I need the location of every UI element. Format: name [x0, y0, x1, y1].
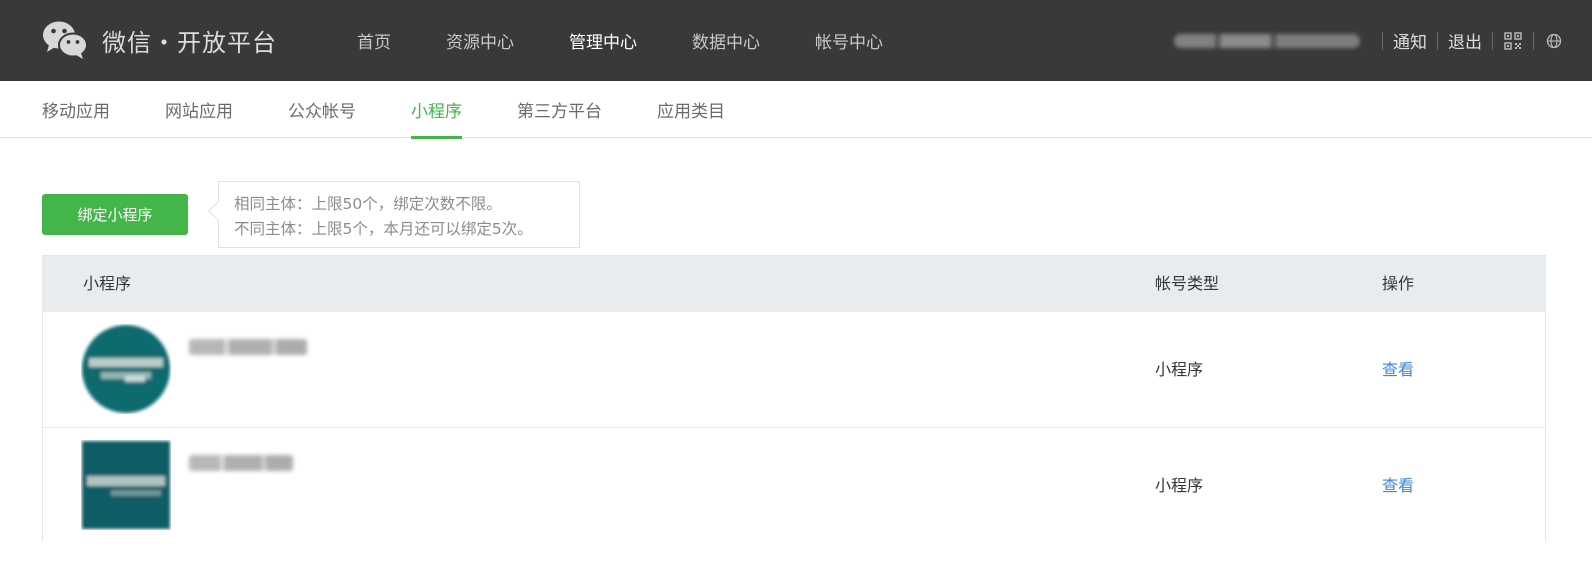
top-nav: 首页 资源中心 管理中心 数据中心 帐号中心 — [357, 0, 938, 81]
notify-link[interactable]: 通知 — [1393, 28, 1427, 53]
brand-logo[interactable]: 微信・开放平台 — [42, 20, 277, 60]
table-header: 小程序 帐号类型 操作 — [43, 256, 1545, 312]
view-link[interactable]: 查看 — [1382, 356, 1414, 380]
column-header-actions: 操作 — [1382, 274, 1415, 293]
username-blurred[interactable] — [1174, 33, 1360, 48]
topnav-item-home[interactable]: 首页 — [357, 28, 391, 53]
sub-nav-items: 移动应用 网站应用 公众帐号 小程序 第三方平台 应用类目 — [42, 81, 780, 139]
divider — [1382, 31, 1383, 50]
divider — [1492, 31, 1493, 50]
user-bar: 通知 退出 — [1174, 0, 1564, 81]
view-link[interactable]: 查看 — [1382, 472, 1414, 496]
sub-nav: 移动应用 网站应用 公众帐号 小程序 第三方平台 应用类目 — [0, 81, 1592, 139]
bind-mini-program-button[interactable]: 绑定小程序 — [42, 194, 188, 235]
logout-link[interactable]: 退出 — [1448, 28, 1482, 53]
divider — [1437, 31, 1438, 50]
qrcode-icon[interactable] — [1503, 31, 1523, 51]
column-header-mini-program: 小程序 — [83, 274, 132, 293]
tab-official-accounts[interactable]: 公众帐号 — [288, 81, 356, 138]
bind-limit-tooltip: 相同主体：上限50个，绑定次数不限。 不同主体：上限5个，本月还可以绑定5次。 — [218, 181, 580, 248]
account-type-cell: 小程序 — [1155, 360, 1204, 379]
mini-program-avatar-circle — [82, 325, 170, 413]
topnav-item-account[interactable]: 帐号中心 — [815, 28, 883, 53]
column-header-account-type: 帐号类型 — [1155, 274, 1220, 293]
tip-different-entity: 不同主体：上限5个，本月还可以绑定5次。 — [234, 220, 533, 238]
mini-program-name-blurred — [189, 455, 293, 471]
mini-program-avatar-square — [82, 441, 170, 529]
topnav-item-management[interactable]: 管理中心 — [569, 28, 637, 53]
mini-program-table: 小程序 帐号类型 操作 小程序 查看 小程序 查看 — [42, 255, 1546, 542]
tab-website-apps[interactable]: 网站应用 — [165, 81, 233, 138]
wechat-logo-icon — [43, 21, 88, 59]
tab-mobile-apps[interactable]: 移动应用 — [42, 81, 110, 138]
tab-app-categories[interactable]: 应用类目 — [657, 81, 725, 138]
qrcode-icon-graphic — [1504, 31, 1522, 50]
mini-program-name-blurred — [189, 339, 307, 355]
divider — [1533, 31, 1534, 50]
brand-title: 微信・开放平台 — [102, 28, 277, 57]
table-row: 小程序 查看 — [43, 312, 1545, 427]
account-type-cell: 小程序 — [1155, 476, 1204, 495]
table-row: 小程序 查看 — [43, 427, 1545, 542]
globe-icon[interactable] — [1544, 31, 1564, 51]
top-bar: 微信・开放平台 首页 资源中心 管理中心 数据中心 帐号中心 通知 退出 — [0, 0, 1592, 81]
tab-mini-programs[interactable]: 小程序 — [411, 81, 462, 139]
tab-third-party-platforms[interactable]: 第三方平台 — [517, 81, 602, 138]
tip-same-entity: 相同主体：上限50个，绑定次数不限。 — [234, 195, 502, 213]
topnav-item-resources[interactable]: 资源中心 — [446, 28, 514, 53]
topnav-item-data[interactable]: 数据中心 — [692, 28, 760, 53]
globe-icon-graphic — [1546, 33, 1562, 48]
